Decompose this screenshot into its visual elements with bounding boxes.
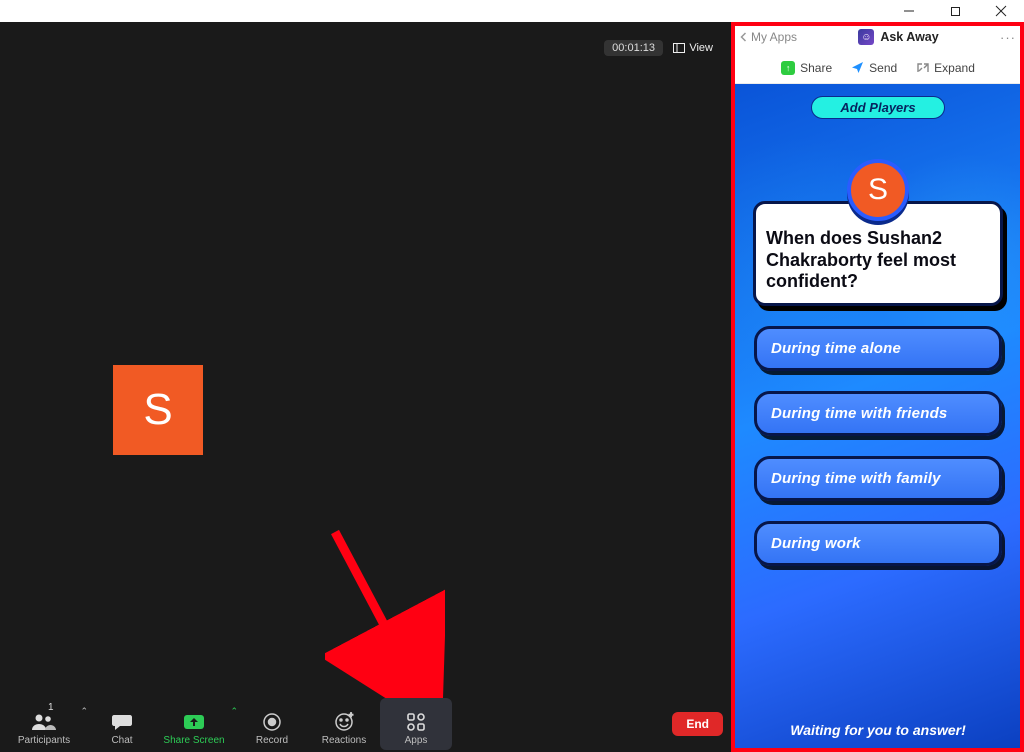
side-panel-header: My Apps ☺ Ask Away ··· xyxy=(732,22,1024,52)
answers-list: During time alone During time with frien… xyxy=(754,326,1002,566)
meeting-toolbar: 1 Participants ⌃ Chat Share Screen ⌃ xyxy=(0,696,731,752)
record-label: Record xyxy=(256,735,288,746)
meeting-timer: 00:01:13 xyxy=(604,40,663,56)
apps-icon xyxy=(406,711,426,733)
question-avatar-initial: S xyxy=(868,173,888,207)
question-avatar: S xyxy=(847,159,909,221)
svg-text:+: + xyxy=(349,712,353,719)
annotation-arrow xyxy=(325,522,445,722)
share-screen-icon xyxy=(183,711,205,733)
participants-icon xyxy=(31,711,57,733)
share-screen-label: Share Screen xyxy=(163,735,224,746)
back-to-my-apps-button[interactable]: My Apps xyxy=(740,30,797,44)
arrow-up-icon: ↑ xyxy=(781,61,795,75)
game-area: Add Players S When does Sushan2 Chakrabo… xyxy=(732,84,1024,752)
participants-label: Participants xyxy=(18,735,70,746)
question-text: When does Sushan2 Chakraborty feel most … xyxy=(766,228,990,293)
window-titlebar xyxy=(0,0,1024,22)
ask-away-icon: ☺ xyxy=(858,29,874,45)
chat-label: Chat xyxy=(111,735,132,746)
answer-option[interactable]: During time with family xyxy=(754,456,1002,501)
participants-count: 1 xyxy=(48,702,54,713)
app-title-label: Ask Away xyxy=(880,30,938,44)
meeting-video-area: 00:01:13 View S 1 xyxy=(0,22,731,752)
apps-label: Apps xyxy=(405,735,428,746)
apps-side-panel: My Apps ☺ Ask Away ··· ↑ Share Send xyxy=(731,22,1024,752)
app-title: ☺ Ask Away xyxy=(858,29,938,45)
participant-avatar-tile: S xyxy=(113,365,203,455)
record-icon xyxy=(262,711,282,733)
panel-more-button[interactable]: ··· xyxy=(1000,30,1016,45)
waiting-status: Waiting for you to answer! xyxy=(790,722,966,740)
side-panel-actions: ↑ Share Send Expand xyxy=(732,52,1024,84)
panel-send-button[interactable]: Send xyxy=(850,61,897,75)
panel-share-label: Share xyxy=(800,61,832,75)
answer-option[interactable]: During time alone xyxy=(754,326,1002,371)
participants-button[interactable]: 1 Participants ⌃ xyxy=(8,698,80,750)
answer-option[interactable]: During work xyxy=(754,521,1002,566)
window-minimize-button[interactable] xyxy=(886,0,932,22)
back-label: My Apps xyxy=(751,30,797,44)
chat-icon xyxy=(111,711,133,733)
share-screen-button[interactable]: Share Screen ⌃ xyxy=(158,698,230,750)
view-label: View xyxy=(689,42,713,54)
answer-option[interactable]: During time with friends xyxy=(754,391,1002,436)
avatar-initial: S xyxy=(143,385,172,435)
apps-button[interactable]: Apps xyxy=(380,698,452,750)
view-button[interactable]: View xyxy=(665,40,721,56)
add-players-button[interactable]: Add Players xyxy=(811,96,944,119)
end-button[interactable]: End xyxy=(672,712,723,736)
chat-button[interactable]: Chat xyxy=(86,698,158,750)
reactions-icon: + xyxy=(334,711,354,733)
panel-send-label: Send xyxy=(869,61,897,75)
record-button[interactable]: Record xyxy=(236,698,308,750)
expand-icon xyxy=(915,61,929,75)
panel-expand-button[interactable]: Expand xyxy=(915,61,975,75)
reactions-label: Reactions xyxy=(322,735,366,746)
panel-expand-label: Expand xyxy=(934,61,975,75)
reactions-button[interactable]: + Reactions xyxy=(308,698,380,750)
send-icon xyxy=(850,61,864,75)
window-restore-button[interactable] xyxy=(932,0,978,22)
panel-share-button[interactable]: ↑ Share xyxy=(781,61,832,75)
window-close-button[interactable] xyxy=(978,0,1024,22)
